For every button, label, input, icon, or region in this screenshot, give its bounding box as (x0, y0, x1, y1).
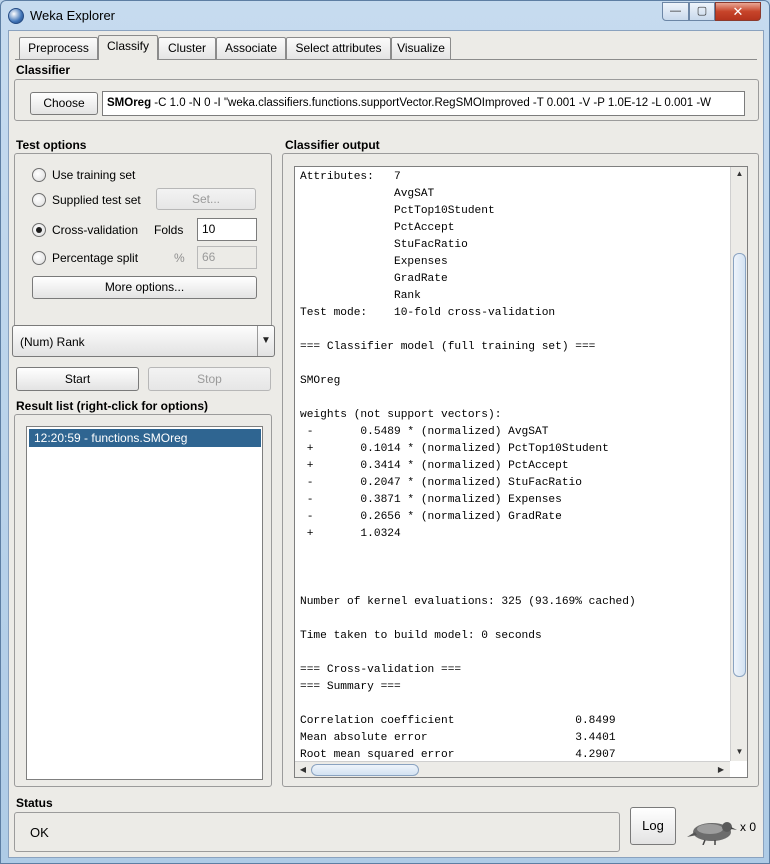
classifier-output-section-label: Classifier output (285, 138, 380, 152)
output-line: GradRate (300, 273, 448, 285)
maximize-button[interactable]: ▢ (689, 2, 715, 21)
output-horizontal-scrollbar[interactable]: ◀ ▶ (295, 761, 730, 777)
output-line: - 0.5489 * (normalized) AvgSAT (300, 426, 549, 438)
vertical-scroll-thumb[interactable] (733, 253, 746, 677)
weka-explorer-window: Weka Explorer — ▢ ✕ Preprocess Classify … (0, 0, 770, 864)
status-panel: OK (14, 812, 620, 852)
start-button[interactable]: Start (16, 367, 139, 391)
percent-symbol: % (174, 251, 185, 265)
cross-validation-label: Cross-validation (52, 223, 139, 237)
stop-button[interactable]: Stop (148, 367, 271, 391)
output-line: === Classifier model (full training set)… (300, 341, 596, 353)
classifier-name: SMOreg (107, 97, 152, 109)
scroll-up-icon[interactable]: ▲ (731, 169, 747, 178)
close-button[interactable]: ✕ (715, 2, 761, 21)
choose-classifier-button[interactable]: Choose (30, 92, 98, 115)
classifier-output-text: Attributes: 7 AvgSAT PctTop10Student Pct… (300, 169, 636, 764)
supplied-test-set-label: Supplied test set (52, 193, 141, 207)
percentage-input[interactable]: 66 (197, 246, 257, 269)
tab-preprocess[interactable]: Preprocess (19, 37, 98, 59)
output-line: Number of kernel evaluations: 325 (93.16… (300, 596, 636, 608)
title-bar[interactable]: Weka Explorer — ▢ ✕ (1, 1, 769, 31)
tab-classify[interactable]: Classify (98, 35, 158, 60)
output-line: === Cross-validation === (300, 664, 462, 676)
output-line: Expenses (300, 256, 448, 268)
more-options-button[interactable]: More options... (32, 276, 257, 299)
weka-app-icon (8, 8, 24, 24)
status-text: OK (30, 825, 49, 840)
result-list-panel: 12:20:59 - functions.SMOreg (14, 414, 272, 787)
output-line: Correlation coefficient 0.8499 (300, 715, 616, 727)
client-area: Preprocess Classify Cluster Associate Se… (8, 30, 764, 858)
percentage-split-radio[interactable] (32, 251, 46, 265)
result-list[interactable]: 12:20:59 - functions.SMOreg (26, 426, 263, 780)
scroll-down-icon[interactable]: ▼ (731, 747, 747, 756)
test-options-panel: Use training set Supplied test set Set..… (14, 153, 272, 344)
use-training-set-label: Use training set (52, 168, 136, 182)
output-line: PctTop10Student (300, 205, 495, 217)
output-line: Mean absolute error 3.4401 (300, 732, 616, 744)
output-line: AvgSAT (300, 188, 435, 200)
classifier-output-panel: Attributes: 7 AvgSAT PctTop10Student Pct… (282, 153, 759, 787)
target-attribute-value: (Num) Rank (20, 335, 85, 349)
use-training-set-radio[interactable] (32, 168, 46, 182)
output-line: === Summary === (300, 681, 401, 693)
window-title: Weka Explorer (30, 8, 116, 23)
output-line: Time taken to build model: 0 seconds (300, 630, 542, 642)
scroll-right-icon[interactable]: ▶ (715, 765, 727, 774)
classifier-options: -C 1.0 -N 0 -I "weka.classifiers.functio… (151, 97, 712, 109)
output-line: + 0.3414 * (normalized) PctAccept (300, 460, 569, 472)
status-section-label: Status (16, 796, 53, 810)
output-line: Test mode: 10-fold cross-validation (300, 307, 556, 319)
output-line: StuFacRatio (300, 239, 468, 251)
log-button[interactable]: Log (630, 807, 676, 845)
test-options-section-label: Test options (16, 138, 87, 152)
output-line: Attributes: 7 (300, 171, 401, 183)
classifier-section-label: Classifier (16, 63, 71, 77)
output-line: weights (not support vectors): (300, 409, 502, 421)
classifier-output-area[interactable]: Attributes: 7 AvgSAT PctTop10Student Pct… (294, 166, 748, 778)
set-test-set-button[interactable]: Set... (156, 188, 256, 210)
output-line: SMOreg (300, 375, 341, 387)
output-line: + 0.1014 * (normalized) PctTop10Student (300, 443, 609, 455)
output-line: Rank (300, 290, 421, 302)
result-list-section-label: Result list (right-click for options) (16, 399, 209, 413)
minimize-button[interactable]: — (662, 2, 689, 21)
output-line: - 0.2047 * (normalized) StuFacRatio (300, 477, 582, 489)
classifier-panel: Choose SMOreg -C 1.0 -N 0 -I "weka.class… (14, 79, 759, 121)
tab-cluster[interactable]: Cluster (158, 37, 216, 59)
folds-label: Folds (154, 223, 184, 237)
weka-bird-icon[interactable] (685, 815, 737, 845)
supplied-test-set-radio[interactable] (32, 193, 46, 207)
scroll-left-icon[interactable]: ◀ (297, 765, 309, 774)
chevron-down-icon[interactable]: ▼ (257, 326, 274, 356)
output-line: + 1.0324 (300, 528, 401, 540)
output-line: PctAccept (300, 222, 455, 234)
output-line: - 0.3871 * (normalized) Expenses (300, 494, 562, 506)
result-list-item[interactable]: 12:20:59 - functions.SMOreg (29, 429, 261, 447)
folds-input[interactable]: 10 (197, 218, 257, 241)
cross-validation-radio[interactable] (32, 223, 46, 237)
tab-select-attributes[interactable]: Select attributes (286, 37, 391, 59)
horizontal-scroll-thumb[interactable] (311, 764, 419, 776)
task-count: x 0 (740, 820, 757, 834)
output-vertical-scrollbar[interactable]: ▲ ▼ (730, 167, 747, 761)
output-line: - 0.2656 * (normalized) GradRate (300, 511, 562, 523)
target-attribute-select[interactable]: (Num) Rank ▼ (12, 325, 275, 357)
tab-associate[interactable]: Associate (216, 37, 286, 59)
percentage-split-label: Percentage split (52, 251, 139, 265)
tab-visualize[interactable]: Visualize (391, 37, 451, 59)
classifier-config-field[interactable]: SMOreg -C 1.0 -N 0 -I "weka.classifiers.… (102, 91, 745, 116)
